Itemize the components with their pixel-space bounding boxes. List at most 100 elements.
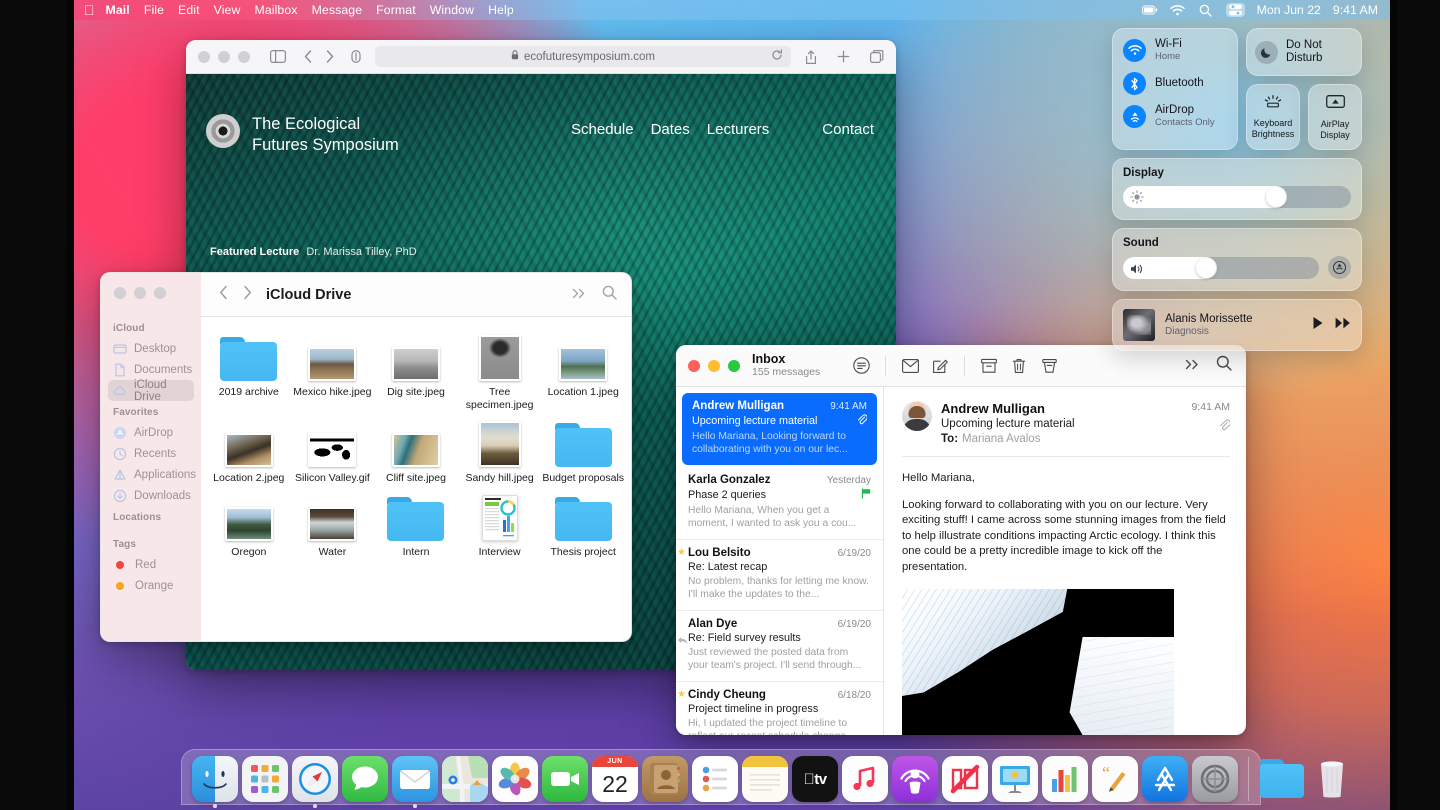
file-item[interactable]: 2019 archive [207, 331, 291, 411]
file-item[interactable]: Thesis project [541, 491, 625, 559]
dock-item-app-store[interactable] [1142, 756, 1188, 808]
file-item[interactable]: Oregon [207, 491, 291, 559]
file-item[interactable]: Interview [458, 491, 542, 559]
sidebar-item-icloud-drive[interactable]: iCloud Drive [108, 379, 194, 403]
file-item[interactable]: Location 1.jpeg [541, 331, 625, 411]
dock-item-news[interactable] [942, 756, 988, 808]
file-item[interactable]: Silicon Valley.gif [291, 417, 375, 485]
sound-volume-slider[interactable] [1123, 256, 1319, 279]
apple-logo-icon[interactable]:  [84, 3, 95, 17]
dock-item-trash[interactable] [1309, 756, 1355, 808]
minimize-button[interactable] [708, 359, 720, 372]
compose-icon[interactable] [925, 358, 955, 374]
airplay-display-button[interactable]: AirPlay Display [1308, 84, 1362, 150]
file-item[interactable]: Water [291, 491, 375, 559]
message-list[interactable]: Andrew Mulligan 9:41 AM Upcoming lecture… [676, 387, 884, 735]
site-logo-icon[interactable] [206, 114, 240, 148]
menu-item-message[interactable]: Message [312, 3, 363, 17]
safari-traffic-lights[interactable] [198, 50, 250, 63]
share-icon[interactable] [805, 49, 817, 64]
reload-icon[interactable] [771, 49, 783, 64]
battery-icon[interactable] [1141, 3, 1158, 17]
airdrop-toggle[interactable]: AirDrop Contacts Only [1123, 104, 1227, 129]
new-tab-icon[interactable] [837, 50, 850, 63]
sidebar-item-documents[interactable]: Documents [108, 359, 194, 380]
site-nav-lecturers[interactable]: Lecturers [707, 121, 770, 138]
zoom-button[interactable] [728, 359, 740, 372]
more-chevrons-icon[interactable] [572, 286, 586, 304]
dock-item-downloads-folder[interactable] [1259, 756, 1305, 808]
dock-item-reminders[interactable] [692, 756, 738, 808]
sidebar-item-applications[interactable]: Applications [108, 464, 196, 485]
minimize-button[interactable] [134, 287, 146, 299]
paperclip-icon[interactable] [1191, 419, 1231, 434]
control-center-icon[interactable] [1225, 3, 1245, 17]
close-button[interactable] [114, 287, 126, 299]
dock-item-calendar[interactable]: JUN 22 [592, 756, 638, 808]
menu-bar-time[interactable]: 9:41 AM [1333, 3, 1378, 17]
zoom-button[interactable] [154, 287, 166, 299]
site-nav-dates[interactable]: Dates [651, 121, 690, 138]
search-icon[interactable] [602, 285, 617, 305]
finder-window[interactable]: iCloud Desktop Documents iCloud Drive Fa… [100, 272, 632, 642]
sidebar-item-downloads[interactable]: Downloads [108, 485, 194, 506]
dock-item-facetime[interactable] [542, 756, 588, 808]
dock-item-numbers[interactable] [1042, 756, 1088, 808]
dock[interactable]: JUN 22 tv “ [181, 749, 1343, 808]
minimize-button[interactable] [218, 50, 230, 63]
menu-item-format[interactable]: Format [376, 3, 416, 17]
dock-item-launchpad[interactable] [242, 756, 288, 808]
chevron-left-icon[interactable] [219, 285, 228, 304]
close-button[interactable] [198, 50, 210, 63]
menu-item-file[interactable]: File [144, 3, 164, 17]
control-center-panel[interactable]: Wi-Fi Home Bluetooth AirDrop Contacts On… [1112, 28, 1362, 351]
back-icon[interactable] [304, 50, 312, 63]
wifi-icon[interactable] [1170, 3, 1186, 17]
chevron-right-icon[interactable] [243, 285, 252, 304]
reader-icon[interactable] [351, 50, 361, 63]
menu-item-mail[interactable]: Mail [106, 3, 130, 17]
message-list-item[interactable]: Alan Dye 6/19/20 Re: Field survey result… [676, 611, 883, 682]
mail-traffic-lights[interactable] [688, 359, 740, 372]
more-chevrons-icon[interactable] [1185, 357, 1200, 375]
search-icon[interactable] [1216, 355, 1232, 376]
wifi-toggle[interactable]: Wi-Fi Home [1123, 38, 1227, 63]
site-nav-schedule[interactable]: Schedule [571, 121, 634, 138]
menu-item-mailbox[interactable]: Mailbox [254, 3, 297, 17]
sidebar-tag-orange[interactable]: Orange [108, 575, 194, 596]
tab-overview-icon[interactable] [870, 50, 884, 63]
file-item[interactable]: Intern [374, 491, 458, 559]
menu-item-edit[interactable]: Edit [178, 3, 200, 17]
sidebar-icon[interactable] [270, 50, 286, 63]
dock-item-notes[interactable] [742, 756, 788, 808]
file-item[interactable]: Budget proposals [541, 417, 625, 485]
sidebar-item-airdrop[interactable]: AirDrop [108, 422, 194, 443]
sidebar-item-desktop[interactable]: Desktop [108, 338, 194, 359]
now-playing-card[interactable]: Alanis Morissette Diagnosis [1112, 299, 1362, 351]
message-attachment-image[interactable] [902, 589, 1174, 735]
zoom-button[interactable] [238, 50, 250, 63]
keyboard-brightness-button[interactable]: Keyboard Brightness [1246, 84, 1300, 150]
file-item[interactable]: Location 2.jpeg [207, 417, 291, 485]
play-icon[interactable] [1312, 316, 1324, 335]
dock-item-maps[interactable] [442, 756, 488, 808]
menu-item-help[interactable]: Help [488, 3, 514, 17]
finder-traffic-lights[interactable] [101, 287, 201, 317]
dock-item-podcasts[interactable] [892, 756, 938, 808]
file-item[interactable]: Dig site.jpeg [374, 331, 458, 411]
dock-item-apple-tv[interactable]: tv [792, 756, 838, 808]
menu-item-view[interactable]: View [214, 3, 241, 17]
junk-icon[interactable] [1034, 358, 1064, 374]
trash-icon[interactable] [1004, 358, 1034, 374]
file-item[interactable]: Tree specimen.jpeg [458, 331, 542, 411]
dock-item-system-preferences[interactable] [1192, 756, 1238, 808]
dock-item-messages[interactable] [342, 756, 388, 808]
message-list-item[interactable]: ★ Lou Belsito 6/19/20 Re: Latest recap N… [676, 540, 883, 611]
message-list-item[interactable]: Andrew Mulligan 9:41 AM Upcoming lecture… [682, 393, 877, 465]
search-icon[interactable] [1198, 3, 1214, 17]
file-item[interactable]: Sandy hill.jpeg [458, 417, 542, 485]
file-item[interactable]: Mexico hike.jpeg [291, 331, 375, 411]
sidebar-tag-red[interactable]: Red [108, 554, 194, 575]
close-button[interactable] [688, 359, 700, 372]
site-brand[interactable]: The Ecological Futures Symposium [252, 114, 399, 156]
